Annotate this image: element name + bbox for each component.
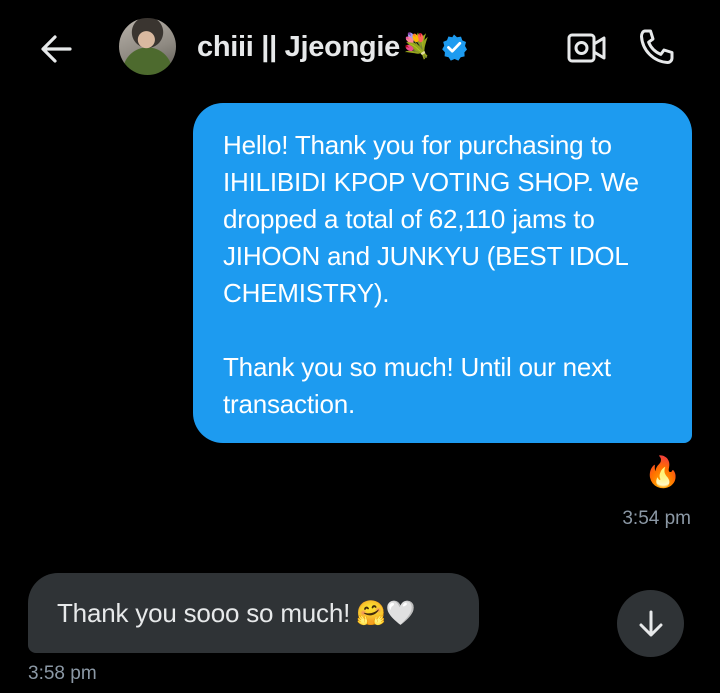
contact-name: chiii || Jjeongie: [197, 30, 400, 63]
video-call-button[interactable]: [566, 30, 608, 66]
incoming-message-bubble[interactable]: Thank you sooo so much! 🤗🤍: [28, 573, 479, 653]
back-button[interactable]: [36, 28, 78, 70]
phone-icon: [640, 29, 674, 64]
fire-reaction[interactable]: 🔥: [644, 458, 681, 488]
arrow-left-icon: [41, 35, 72, 63]
incoming-message-text: Thank you sooo so much!: [57, 597, 351, 628]
message-paragraph: Hello! Thank you for purchasing to IHILI…: [223, 130, 639, 308]
arrow-down-icon: [639, 610, 662, 636]
video-call-icon: [567, 33, 606, 63]
message-paragraph: Thank you so much! Until our next transa…: [223, 352, 611, 419]
verified-badge-icon: [441, 34, 467, 61]
incoming-message-time: 3:58 pm: [28, 663, 97, 684]
hug-heart-emoji: 🤗🤍: [356, 599, 416, 627]
phone-call-button[interactable]: [635, 27, 677, 67]
outgoing-message-bubble[interactable]: Hello! Thank you for purchasing to IHILI…: [193, 103, 692, 443]
contact-avatar[interactable]: [119, 18, 176, 75]
scroll-to-bottom-button[interactable]: [617, 590, 684, 657]
conversation-header: chiii || Jjeongie 💐: [0, 0, 720, 95]
contact-name-button[interactable]: chiii || Jjeongie 💐: [197, 27, 468, 67]
outgoing-message-time: 3:54 pm: [622, 508, 691, 529]
bouquet-emoji: 💐: [401, 33, 432, 60]
